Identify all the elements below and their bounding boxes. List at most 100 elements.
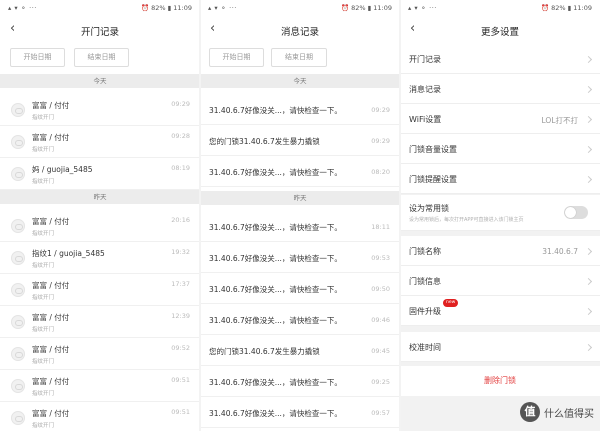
entry-user-name: 富富 / 付付	[32, 377, 70, 386]
setting-row[interactable]: 门锁音量设置	[400, 134, 600, 164]
message-text: 31.40.6.7好像没关...，请快检查一下。	[209, 254, 342, 263]
message-entry[interactable]: 31.40.6.7好像没关...，请快检查一下。 09:57	[200, 398, 400, 428]
more-settings-screen: ▴ ▾ ⚬ ··· ⏰ 82% ▮ 11:09 ‹ 更多设置 开门记录消息记录 W…	[400, 0, 600, 431]
door-log-entry[interactable]: 富富 / 付付 指纹开门 09:51	[0, 404, 200, 431]
setting-row[interactable]: 门锁提醒设置	[400, 164, 600, 194]
setting-label: 门锁提醒设置	[409, 175, 457, 184]
fingerprint-avatar-icon	[11, 315, 25, 329]
door-log-entry[interactable]: 妈 / guojia_5485 指纹开门 08:19	[0, 160, 200, 190]
date-filter: 开始日期 结束日期	[200, 48, 400, 68]
new-badge: new	[443, 299, 459, 307]
message-time: 09:57	[371, 409, 390, 417]
entry-time: 09:29	[171, 100, 190, 108]
entry-user-name: 富富 / 付付	[32, 409, 70, 418]
watermark: 值 什么值得买	[520, 401, 594, 423]
setting-label: 消息记录	[409, 85, 441, 94]
start-date-button[interactable]: 开始日期	[209, 48, 264, 67]
setting-label: WiFi设置	[409, 115, 442, 124]
section-header: 今天	[0, 74, 200, 88]
entry-time: 09:51	[171, 376, 190, 384]
message-entry[interactable]: 31.40.6.7好像没关...，请快检查一下。 08:20	[200, 157, 400, 187]
door-log-entry[interactable]: 富富 / 付付 指纹开门 09:51	[0, 372, 200, 402]
common-lock-toggle[interactable]	[564, 206, 588, 219]
entry-user-name: 富富 / 付付	[32, 345, 70, 354]
message-text: 31.40.6.7好像没关...，请快检查一下。	[209, 409, 342, 418]
chevron-right-icon	[584, 247, 593, 256]
setting-row[interactable]: 开门记录	[400, 44, 600, 74]
message-time: 09:29	[371, 137, 390, 145]
message-log-screen: ▴ ▾ ⚬ ··· ⏰ 82% ▮ 11:09 ‹ 消息记录 开始日期 结束日期…	[200, 0, 400, 431]
entry-user-name: 富富 / 付付	[32, 281, 70, 290]
common-lock-label: 设为常用锁	[409, 204, 449, 213]
setting-value: 31.40.6.7	[542, 247, 578, 256]
entry-user-name: 富富 / 付付	[32, 133, 70, 142]
entry-user-name: 指纹1 / guojia_5485	[32, 249, 105, 258]
page-title: 开门记录	[80, 27, 119, 38]
setting-row[interactable]: 门锁名称 31.40.6.7	[400, 236, 600, 266]
status-icons-left: ▴ ▾ ⚬ ···	[408, 4, 437, 12]
chevron-right-icon	[584, 115, 593, 124]
message-entry[interactable]: 您的门锁31.40.6.7发生暴力撬锁 09:29	[200, 126, 400, 156]
entry-method: 指纹开门	[32, 295, 55, 301]
entry-time: 20:16	[171, 216, 190, 224]
message-text: 31.40.6.7好像没关...，请快检查一下。	[209, 316, 342, 325]
delete-lock-button[interactable]: 删除门锁	[400, 366, 600, 396]
setting-value: LOL打不打	[541, 116, 579, 125]
door-log-entry[interactable]: 富富 / 付付 指纹开门 09:29	[0, 96, 200, 126]
setting-row[interactable]: 固件升级 new	[400, 296, 600, 326]
message-entry[interactable]: 31.40.6.7好像没关...，请快检查一下。 18:11	[200, 212, 400, 242]
entry-method: 指纹开门	[32, 423, 55, 429]
status-icons-right: ⏰ 82% ▮ 11:09	[340, 4, 392, 12]
entry-method: 指纹开门	[32, 147, 55, 153]
message-entry[interactable]: 31.40.6.7好像没关...，请快检查一下。 09:46	[200, 305, 400, 335]
section-header: 今天	[200, 74, 400, 88]
section-header: 昨天	[0, 190, 200, 204]
entry-method: 指纹开门	[32, 263, 55, 269]
message-entry[interactable]: 31.40.6.7好像没关...，请快检查一下。 09:25	[200, 367, 400, 397]
message-entry[interactable]: 31.40.6.7好像没关...，请快检查一下。 09:50	[200, 274, 400, 304]
setting-row[interactable]: 校准时间	[400, 332, 600, 362]
setting-row[interactable]: 消息记录	[400, 74, 600, 104]
entry-time: 19:32	[171, 248, 190, 256]
section-header: 昨天	[200, 191, 400, 205]
fingerprint-avatar-icon	[11, 283, 25, 297]
fingerprint-avatar-icon	[11, 379, 25, 393]
status-bar: ▴ ▾ ⚬ ··· ⏰ 82% ▮ 11:09	[200, 0, 400, 16]
message-text: 您的门锁31.40.6.7发生暴力撬锁	[209, 347, 320, 356]
setting-row[interactable]: 门锁信息	[400, 266, 600, 296]
fingerprint-avatar-icon	[11, 251, 25, 265]
door-log-entry[interactable]: 富富 / 付付 指纹开门 20:16	[0, 212, 200, 242]
nav-bar: ‹ 更多设置	[400, 16, 600, 44]
message-entry[interactable]: 您的门锁31.40.6.7发生暴力撬锁 09:45	[200, 336, 400, 366]
status-icons-right: ⏰ 82% ▮ 11:09	[540, 4, 592, 12]
status-bar: ▴ ▾ ⚬ ··· ⏰ 82% ▮ 11:09	[400, 0, 600, 16]
chevron-right-icon	[584, 307, 593, 316]
chevron-right-icon	[584, 175, 593, 184]
door-log-entry[interactable]: 指纹1 / guojia_5485 指纹开门 19:32	[0, 244, 200, 274]
nav-bar: ‹ 开门记录	[0, 16, 200, 44]
fingerprint-avatar-icon	[11, 411, 25, 425]
start-date-button[interactable]: 开始日期	[10, 48, 65, 67]
entry-method: 指纹开门	[32, 115, 55, 121]
message-time: 09:25	[371, 378, 390, 386]
common-lock-hint: 设为常用锁后，每次打开APP可直接进入该门锁主页	[409, 217, 524, 223]
door-log-entry[interactable]: 富富 / 付付 指纹开门 12:39	[0, 308, 200, 338]
status-icons-left: ▴ ▾ ⚬ ···	[208, 4, 237, 12]
end-date-button[interactable]: 结束日期	[74, 48, 129, 67]
door-log-entry[interactable]: 富富 / 付付 指纹开门 09:52	[0, 340, 200, 370]
door-log-entry[interactable]: 富富 / 付付 指纹开门 09:28	[0, 128, 200, 158]
setting-row[interactable]: WiFi设置 LOL打不打	[400, 104, 600, 134]
status-icons-left: ▴ ▾ ⚬ ···	[8, 4, 37, 12]
chevron-right-icon	[584, 55, 593, 64]
door-log-entry[interactable]: 富富 / 付付 指纹开门 17:37	[0, 276, 200, 306]
end-date-button[interactable]: 结束日期	[271, 48, 327, 67]
message-time: 09:46	[371, 316, 390, 324]
message-entry[interactable]: 31.40.6.7好像没关...，请快检查一下。 09:29	[200, 95, 400, 125]
message-text: 31.40.6.7好像没关...，请快检查一下。	[209, 223, 342, 232]
chevron-right-icon	[584, 145, 593, 154]
message-time: 09:45	[371, 347, 390, 355]
status-icons-right: ⏰ 82% ▮ 11:09	[140, 4, 192, 12]
entry-method: 指纹开门	[32, 359, 55, 365]
message-entry[interactable]: 31.40.6.7好像没关...，请快检查一下。 09:53	[200, 243, 400, 273]
entry-user-name: 富富 / 付付	[32, 217, 70, 226]
